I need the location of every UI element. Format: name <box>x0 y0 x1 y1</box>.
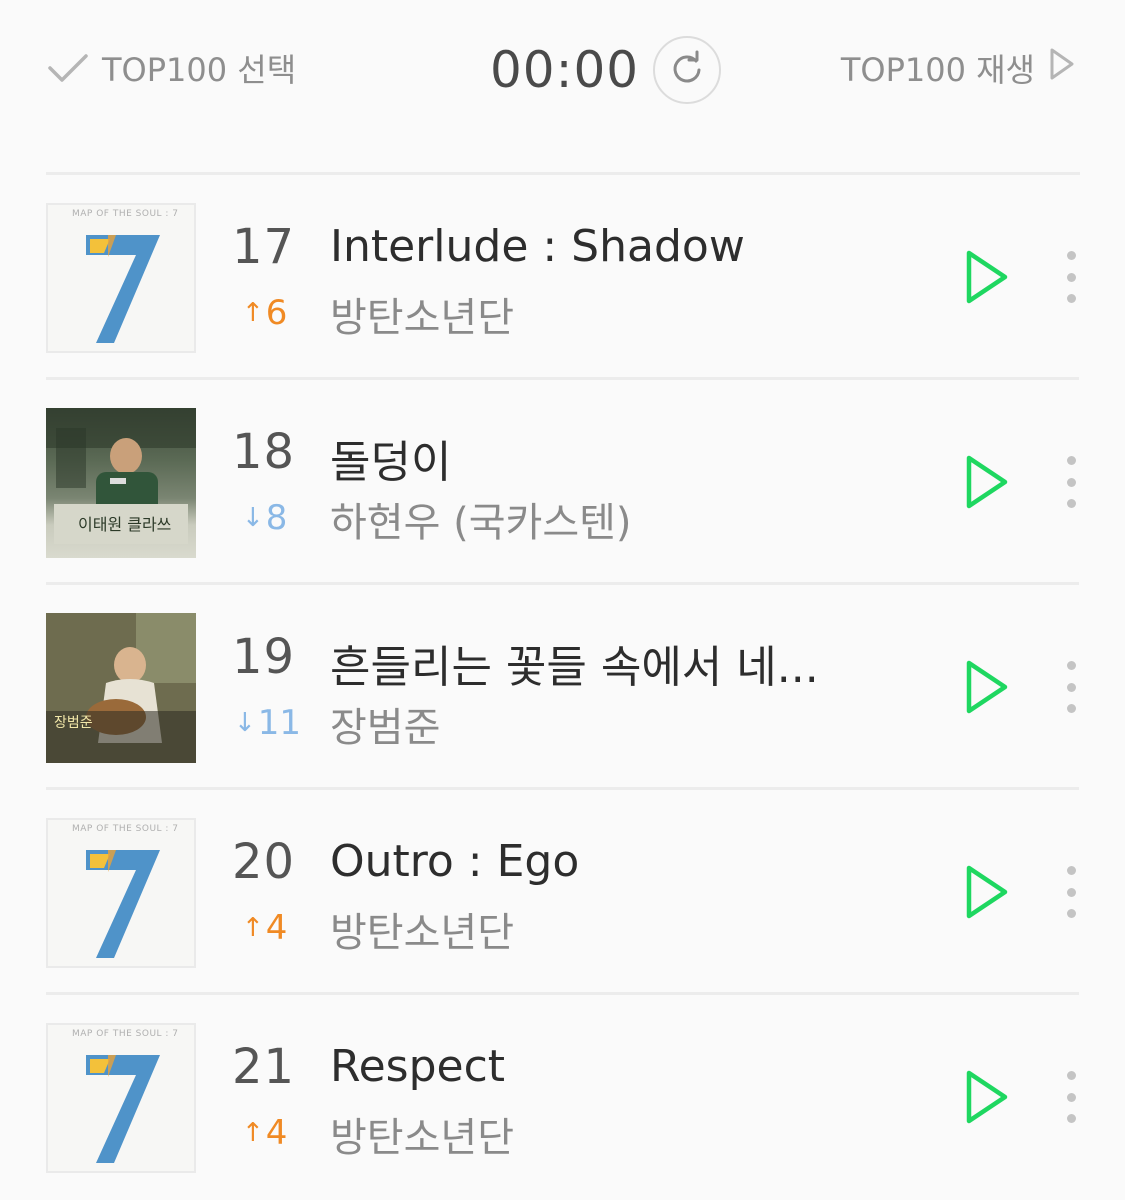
timer-display: 00:00 <box>490 41 640 99</box>
chart-list: MAP OF THE SOUL : 7 17 ↑ 6 Interlude : S… <box>0 175 1125 1200</box>
play-song-button[interactable] <box>962 657 1012 717</box>
song-title[interactable]: 돌덩이 <box>330 426 451 490</box>
rank-number: 21 <box>232 1039 296 1095</box>
rank-change-value: 4 <box>265 1113 288 1153</box>
rank-change-value: 6 <box>265 293 288 333</box>
play-song-button[interactable] <box>962 862 1012 922</box>
rank-down-icon: ↓ <box>234 708 256 738</box>
play-top100-button[interactable]: TOP100 재생 <box>841 42 1077 94</box>
more-options-button[interactable] <box>1056 866 1086 918</box>
song-row[interactable]: 이태원 클라쓰 18 ↓ 8 돌덩이 하현우 (국카스텐) <box>46 380 1079 585</box>
artist-name[interactable]: 하현우 (국카스텐) <box>330 490 632 548</box>
svg-text:이태원 클라쓰: 이태원 클라쓰 <box>78 515 171 534</box>
play-outline-icon <box>1047 46 1077 90</box>
select-top100-label: TOP100 선택 <box>102 51 297 89</box>
song-row[interactable]: 장범준 19 ↓ 11 흔들리는 꽃들 속에서 네... 장범준 <box>46 585 1079 790</box>
timer-group: 00:00 <box>490 32 722 108</box>
checkmark-icon <box>46 52 90 84</box>
svg-text:장범준: 장범준 <box>54 715 93 731</box>
album-art[interactable]: MAP OF THE SOUL : 7 <box>46 818 196 968</box>
rank-number: 19 <box>232 629 296 685</box>
song-title[interactable]: Outro : Ego <box>330 836 579 887</box>
album-art[interactable]: 이태원 클라쓰 <box>46 408 196 558</box>
artist-name[interactable]: 장범준 <box>330 695 440 753</box>
song-row[interactable]: MAP OF THE SOUL : 7 17 ↑ 6 Interlude : S… <box>46 175 1079 380</box>
rank-change: ↑ 6 <box>242 293 287 333</box>
refresh-icon <box>669 50 705 90</box>
rank-change: ↑ 4 <box>242 908 287 948</box>
play-song-button[interactable] <box>962 452 1012 512</box>
more-options-button[interactable] <box>1056 661 1086 713</box>
rank-number: 18 <box>232 424 296 480</box>
artist-name[interactable]: 방탄소년단 <box>330 285 514 343</box>
rank-change: ↑ 4 <box>242 1113 287 1153</box>
rank-change-value: 4 <box>265 908 288 948</box>
album-art[interactable]: MAP OF THE SOUL : 7 <box>46 203 196 353</box>
more-options-button[interactable] <box>1056 456 1086 508</box>
more-options-button[interactable] <box>1056 1071 1086 1123</box>
play-top100-label: TOP100 재생 <box>840 51 1035 89</box>
rank-change: ↓ 8 <box>242 498 287 538</box>
rank-up-icon: ↑ <box>242 298 264 328</box>
album-art[interactable]: MAP OF THE SOUL : 7 <box>46 1023 196 1173</box>
play-song-button[interactable] <box>962 1067 1012 1127</box>
select-top100-button[interactable]: TOP100 선택 <box>46 42 296 94</box>
more-options-button[interactable] <box>1056 251 1086 303</box>
rank-number: 17 <box>232 219 296 275</box>
play-song-button[interactable] <box>962 247 1012 307</box>
chart-header: TOP100 선택 00:00 TOP100 재생 <box>0 0 1125 175</box>
rank-down-icon: ↓ <box>242 503 264 533</box>
rank-change: ↓ 11 <box>234 703 301 743</box>
rank-up-icon: ↑ <box>242 913 264 943</box>
song-title[interactable]: 흔들리는 꽃들 속에서 네... <box>330 631 819 695</box>
refresh-button[interactable] <box>653 36 722 104</box>
rank-change-value: 8 <box>265 498 288 538</box>
song-title[interactable]: Interlude : Shadow <box>330 221 745 272</box>
song-row[interactable]: MAP OF THE SOUL : 7 21 ↑ 4 Respect 방탄소년단 <box>46 995 1079 1200</box>
artist-name[interactable]: 방탄소년단 <box>330 1105 514 1163</box>
song-row[interactable]: MAP OF THE SOUL : 7 20 ↑ 4 Outro : Ego 방… <box>46 790 1079 995</box>
album-art[interactable]: 장범준 <box>46 613 196 763</box>
rank-number: 20 <box>232 834 296 890</box>
rank-up-icon: ↑ <box>242 1118 264 1148</box>
artist-name[interactable]: 방탄소년단 <box>330 900 514 958</box>
song-title[interactable]: Respect <box>330 1041 505 1092</box>
rank-change-value: 11 <box>257 703 302 743</box>
